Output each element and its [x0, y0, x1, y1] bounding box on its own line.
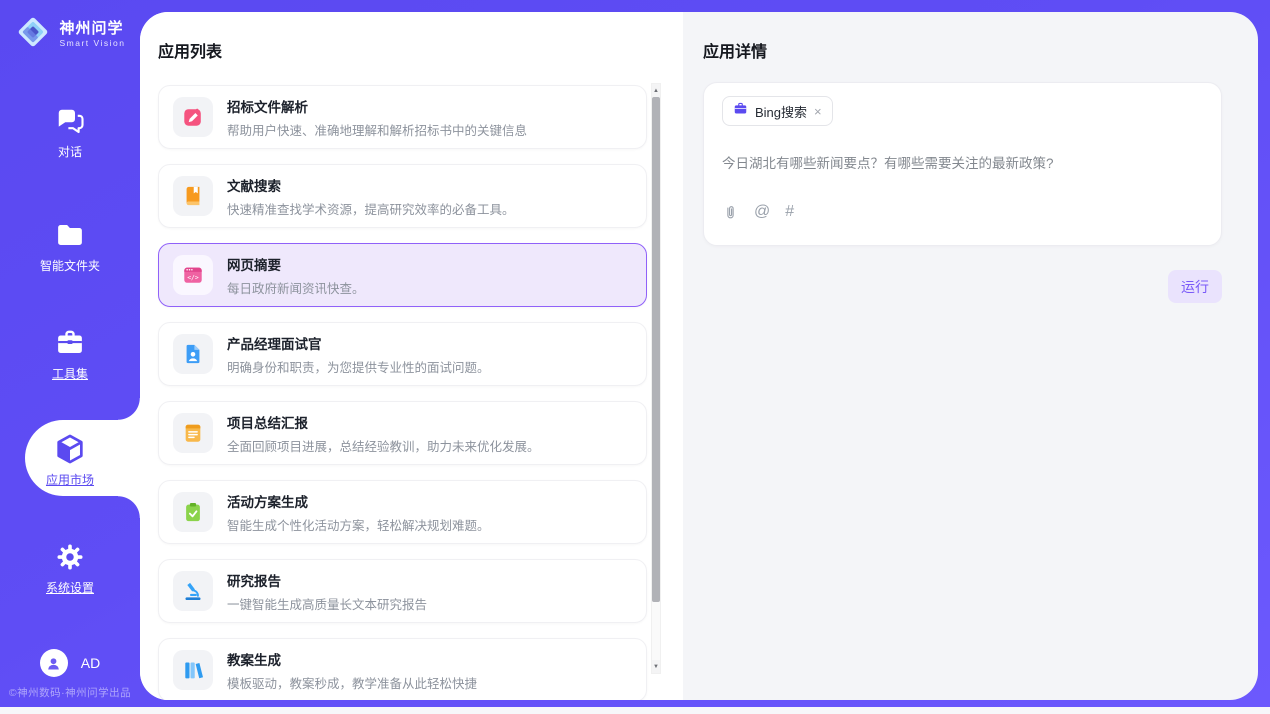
hash-tag-icon[interactable]: # — [785, 203, 794, 221]
cube-icon — [53, 432, 87, 466]
sidebar-item-app-market[interactable]: 应用市场 — [0, 432, 140, 488]
svg-text:</>: </> — [187, 274, 199, 282]
user-account-button[interactable]: AD — [0, 649, 140, 677]
folder-icon — [55, 218, 85, 252]
gear-icon — [55, 540, 85, 574]
app-shell: 神州问学 Smart Vision 对话 智能文件夹 工具集 应用市场 系统设置 — [0, 0, 1270, 707]
toolbox-icon — [55, 326, 85, 360]
prompt-card: Bing搜索 × 今日湖北有哪些新闻要点？有哪些需要关注的最新政策? @ # — [703, 82, 1222, 246]
app-list-item[interactable]: 研究报告 一键智能生成高质量长文本研究报告 — [158, 559, 647, 623]
briefcase-icon — [733, 101, 748, 121]
run-button[interactable]: 运行 — [1168, 270, 1222, 303]
app-list-item[interactable]: 文献搜索 快速精准查找学术资源，提高研究效率的必备工具。 — [158, 164, 647, 228]
scrollbar-thumb[interactable] — [652, 97, 660, 602]
tool-chip-label: Bing搜索 — [755, 102, 807, 121]
app-detail-title: 应用详情 — [703, 38, 767, 62]
sidebar-item-chat[interactable]: 对话 — [0, 104, 140, 160]
app-list-item[interactable]: 产品经理面试官 明确身份和职责，为您提供专业性的面试问题。 — [158, 322, 647, 386]
app-list-item[interactable]: 活动方案生成 智能生成个性化活动方案，轻松解决规划难题。 — [158, 480, 647, 544]
app-list-panel: 应用列表 招标文件解析 帮助用户快速、准确地理解和解析招标书中的关键信息 文献搜… — [140, 12, 683, 700]
copyright-text: ©神州数码·神州问学出品 — [0, 685, 140, 700]
books-icon — [173, 650, 213, 690]
note-icon — [173, 413, 213, 453]
app-list-scrollbar[interactable]: ▲ ▼ — [651, 83, 661, 674]
sidebar-item-toolset[interactable]: 工具集 — [0, 326, 140, 382]
sidebar-nav: 对话 智能文件夹 工具集 应用市场 系统设置 — [0, 0, 140, 707]
pen-square-icon — [173, 97, 213, 137]
sidebar-item-smart-folder[interactable]: 智能文件夹 — [0, 218, 140, 274]
app-list-item[interactable]: </> 网页摘要 每日政府新闻资讯快查。 — [158, 243, 647, 307]
chat-icon — [55, 104, 85, 138]
scroll-down-arrow[interactable]: ▼ — [652, 660, 660, 673]
paperclip-icon[interactable] — [722, 204, 739, 221]
sidebar: 神州问学 Smart Vision 对话 智能文件夹 工具集 应用市场 系统设置 — [0, 0, 140, 707]
prompt-input[interactable]: 今日湖北有哪些新闻要点？有哪些需要关注的最新政策? — [722, 152, 1203, 172]
user-initials: AD — [81, 655, 100, 671]
clipboard-check-icon — [173, 492, 213, 532]
file-user-icon — [173, 334, 213, 374]
app-detail-panel: 应用详情 Bing搜索 × 今日湖北有哪些新闻要点？有哪些需要关注的最新政策? — [683, 12, 1258, 700]
tool-chip-bing-search[interactable]: Bing搜索 × — [722, 96, 833, 126]
sidebar-item-settings[interactable]: 系统设置 — [0, 540, 140, 596]
app-list-item[interactable]: 教案生成 模板驱动，教案秒成，教学准备从此轻松快捷 — [158, 638, 647, 700]
user-avatar-icon — [40, 649, 68, 677]
app-list-item[interactable]: 招标文件解析 帮助用户快速、准确地理解和解析招标书中的关键信息 — [158, 85, 647, 149]
browser-code-icon: </> — [173, 255, 213, 295]
book-icon — [173, 176, 213, 216]
scroll-up-arrow[interactable]: ▲ — [652, 84, 660, 97]
microscope-icon — [173, 571, 213, 611]
main-content: 应用列表 招标文件解析 帮助用户快速、准确地理解和解析招标书中的关键信息 文献搜… — [140, 12, 1258, 700]
app-list: 招标文件解析 帮助用户快速、准确地理解和解析招标书中的关键信息 文献搜索 快速精… — [158, 85, 647, 700]
composer-toolbar: @ # — [722, 203, 794, 221]
app-list-title: 应用列表 — [158, 38, 222, 62]
at-mention-icon[interactable]: @ — [754, 203, 770, 221]
close-icon[interactable]: × — [814, 105, 822, 118]
app-list-item[interactable]: 项目总结汇报 全面回顾项目进展，总结经验教训，助力未来优化发展。 — [158, 401, 647, 465]
